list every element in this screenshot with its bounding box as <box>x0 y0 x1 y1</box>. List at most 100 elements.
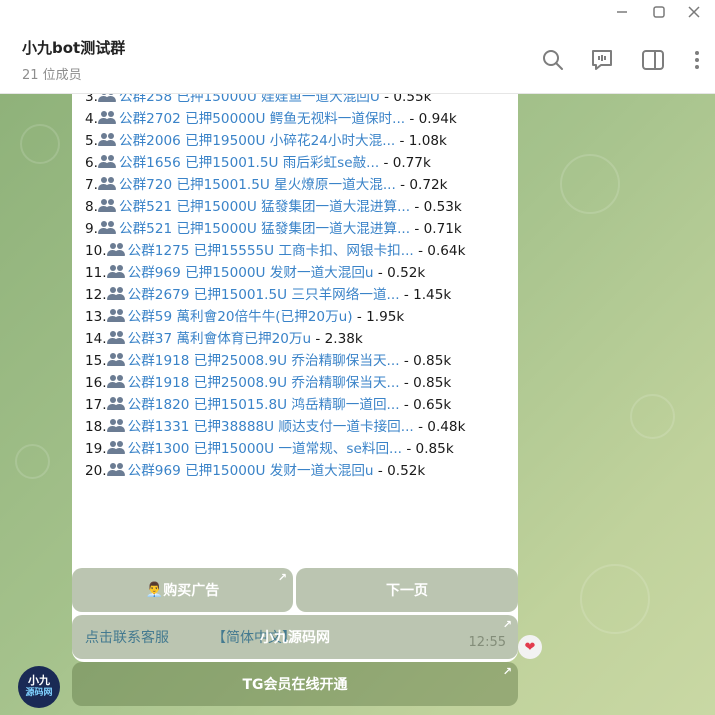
list-item: 3. 公群258 已押15000U 娃娃鱼一道大混回U - 0.55k <box>85 94 515 108</box>
people-icon <box>106 374 127 388</box>
people-icon <box>106 308 127 322</box>
group-link[interactable]: 公群1300 已押15000U 一道常规、se料回... <box>128 441 402 457</box>
item-size: - 0.85k <box>402 441 454 457</box>
item-number: 13. <box>85 309 107 325</box>
group-link[interactable]: 公群1331 已押38888U 顺达支付一道卡接回... <box>128 419 414 435</box>
item-size: - 0.85k <box>399 375 452 391</box>
more-menu-icon[interactable] <box>684 47 710 73</box>
people-icon <box>97 176 118 190</box>
group-link[interactable]: 公群2006 已押19500U 小碎花24小时大混... <box>119 133 395 149</box>
chat-header: 小九bot测试群 21 位成员 <box>0 24 715 94</box>
background-doodle <box>20 124 60 164</box>
voice-chat-icon[interactable] <box>589 47 615 73</box>
group-list: 3. 公群258 已押15000U 娃娃鱼一道大混回U - 0.55k 4. 公群27… <box>85 94 515 482</box>
people-icon <box>106 330 127 344</box>
group-link[interactable]: 公群720 已押15001.5U 星火燎原一道大混... <box>119 177 396 193</box>
people-icon <box>106 440 127 454</box>
external-link-icon: ↗ <box>502 618 512 631</box>
list-item: 5. 公群2006 已押19500U 小碎花24小时大混... - 1.08k <box>85 130 515 152</box>
item-size: - 0.71k <box>410 221 462 237</box>
chat-title[interactable]: 小九bot测试群 <box>22 37 125 58</box>
item-number: 16. <box>85 375 107 391</box>
group-link[interactable]: 公群37 萬利會体育已押20万u <box>128 331 311 347</box>
source-site-button[interactable]: 小九源码网 ↗ <box>72 615 518 659</box>
maximize-icon[interactable] <box>649 2 669 22</box>
search-icon[interactable] <box>540 47 566 73</box>
group-link[interactable]: 公群969 已押15000U 发财一道大混回u <box>128 463 374 479</box>
list-item: 12. 公群2679 已押15001.5U 三只羊网络一道... - 1.45k <box>85 284 515 306</box>
group-link[interactable]: 公群1656 已押15001.5U 雨后彩虹se敲... <box>119 155 379 171</box>
group-link[interactable]: 公群521 已押15000U 猛發集团一道大混进算... <box>119 199 410 215</box>
source-site-label: 小九源码网 <box>260 630 330 646</box>
item-size: - 2.38k <box>311 331 363 347</box>
bot-avatar[interactable]: 小九 源码网 <box>18 666 60 708</box>
next-page-button[interactable]: 下一页 <box>296 568 518 612</box>
background-doodle <box>630 394 675 439</box>
list-item: 17. 公群1820 已押15015.8U 鸿岳精聊一道回... - 0.65k <box>85 394 515 416</box>
group-link[interactable]: 公群2702 已押50000U 鳄鱼无视料一道保时... <box>119 111 405 127</box>
close-icon[interactable] <box>684 2 704 22</box>
item-number: 7. <box>85 177 98 193</box>
people-icon <box>97 110 118 124</box>
item-size: - 0.77k <box>379 155 431 171</box>
external-link-icon: ↗ <box>277 571 287 584</box>
list-item: 9. 公群521 已押15000U 猛發集团一道大混进算... - 0.71k <box>85 218 515 240</box>
avatar-text: 小九 <box>27 674 50 687</box>
heart-icon[interactable]: ❤ <box>518 635 542 659</box>
group-link[interactable]: 公群1918 已押25008.9U 乔治精聊保当天... <box>128 375 400 391</box>
list-item: 7. 公群720 已押15001.5U 星火燎原一道大混... - 0.72k <box>85 174 515 196</box>
item-size: - 1.95k <box>352 309 405 325</box>
group-link[interactable]: 公群1918 已押25008.9U 乔治精聊保当天... <box>128 353 400 369</box>
item-number: 20. <box>85 463 107 479</box>
avatar-subtext: 源码网 <box>25 688 53 698</box>
minimize-icon[interactable] <box>612 2 632 22</box>
tg-vip-button[interactable]: TG会员在线开通 ↗ <box>72 662 518 706</box>
item-number: 9. <box>85 221 98 237</box>
people-icon <box>106 286 127 300</box>
group-link[interactable]: 公群1820 已押15015.8U 鸿岳精聊一道回... <box>128 397 400 413</box>
list-item: 19. 公群1300 已押15000U 一道常规、se料回... - 0.85k <box>85 438 515 460</box>
group-link[interactable]: 公群2679 已押15001.5U 三只羊网络一道... <box>128 287 400 303</box>
group-link[interactable]: 公群258 已押15000U 娃娃鱼一道大混回U <box>119 94 380 105</box>
member-count: 21 位成员 <box>22 68 82 83</box>
external-link-icon: ↗ <box>502 665 512 678</box>
item-size: - 0.65k <box>399 397 452 413</box>
chat-area[interactable]: 3. 公群258 已押15000U 娃娃鱼一道大混回U - 0.55k 4. 公群27… <box>0 94 715 715</box>
list-item: 10. 公群1275 已押15555U 工商卡扣、网银卡扣... - 0.64k <box>85 240 515 262</box>
group-link[interactable]: 公群1275 已押15555U 工商卡扣、网银卡扣... <box>128 243 414 259</box>
item-size: - 0.85k <box>399 353 452 369</box>
sidebar-toggle-icon[interactable] <box>640 47 666 73</box>
window-titlebar <box>0 0 715 24</box>
people-icon <box>97 220 118 234</box>
background-doodle <box>580 564 650 634</box>
item-size: - 0.53k <box>410 199 462 215</box>
item-number: 8. <box>85 199 98 215</box>
group-link[interactable]: 公群521 已押15000U 猛發集团一道大混进算... <box>119 221 410 237</box>
item-size: - 1.08k <box>395 133 447 149</box>
next-page-label: 下一页 <box>386 583 428 599</box>
list-item: 13. 公群59 萬利會20倍牛牛(已押20万u) - 1.95k <box>85 306 515 328</box>
item-number: 10. <box>85 243 107 259</box>
buy-ad-button[interactable]: 👨‍💼 购买广告 ↗ <box>72 568 293 612</box>
item-size: - 0.52k <box>373 463 426 479</box>
people-icon <box>97 198 118 212</box>
list-item: 20. 公群969 已押15000U 发财一道大混回u - 0.52k <box>85 460 515 482</box>
item-number: 3. <box>85 94 98 105</box>
people-icon <box>106 462 127 476</box>
list-item: 8. 公群521 已押15000U 猛發集团一道大混进算... - 0.53k <box>85 196 515 218</box>
list-item: 6. 公群1656 已押15001.5U 雨后彩虹se敲... - 0.77k <box>85 152 515 174</box>
list-item: 4. 公群2702 已押50000U 鳄鱼无视料一道保时... - 0.94k <box>85 108 515 130</box>
item-size: - 0.48k <box>413 419 466 435</box>
item-size: - 0.72k <box>395 177 448 193</box>
item-number: 12. <box>85 287 107 303</box>
businessman-icon: 👨‍💼 <box>145 582 164 598</box>
people-icon <box>97 94 118 102</box>
list-item: 14. 公群37 萬利會体育已押20万u - 2.38k <box>85 328 515 350</box>
item-number: 14. <box>85 331 107 347</box>
list-item: 15. 公群1918 已押25008.9U 乔治精聊保当天... - 0.85k <box>85 350 515 372</box>
group-link[interactable]: 公群969 已押15000U 发财一道大混回u <box>128 265 374 281</box>
background-doodle <box>560 154 620 214</box>
group-link[interactable]: 公群59 萬利會20倍牛牛(已押20万u) <box>128 309 353 325</box>
item-size: - 1.45k <box>399 287 452 303</box>
item-number: 15. <box>85 353 107 369</box>
